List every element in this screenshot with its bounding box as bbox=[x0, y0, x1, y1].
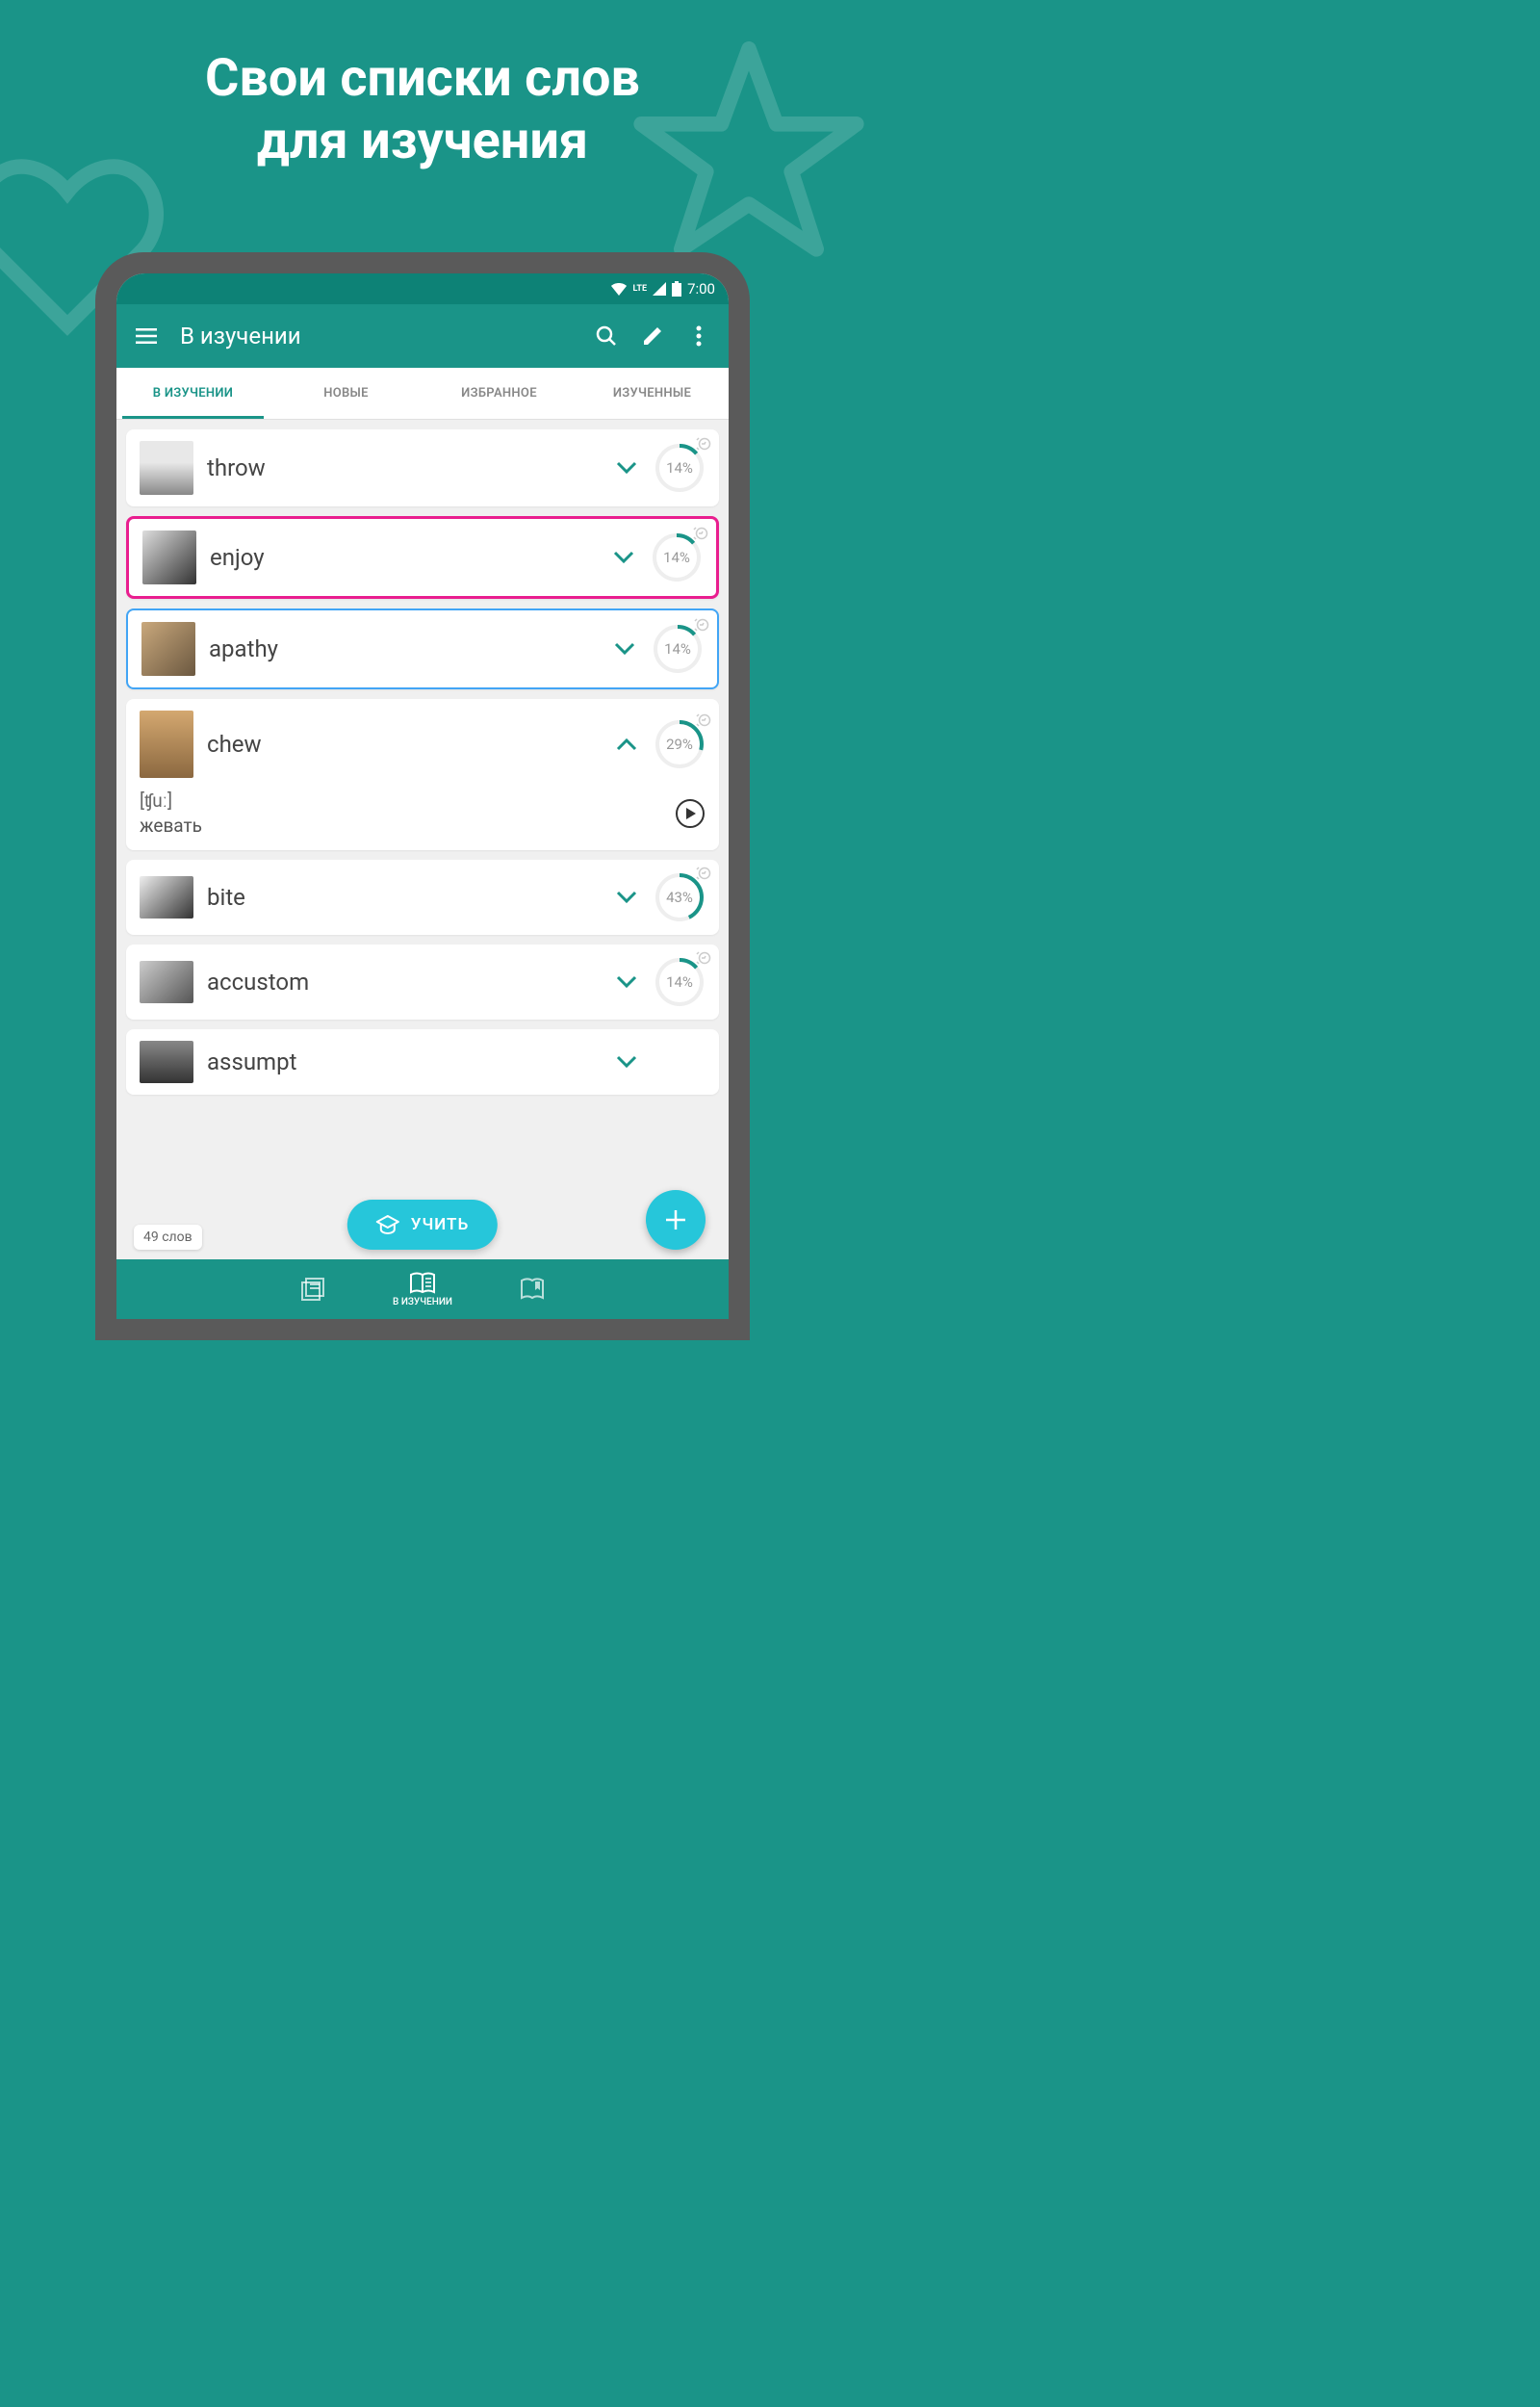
nav-label: В ИЗУЧЕНИИ bbox=[393, 1297, 452, 1307]
word-card[interactable]: apathy 14% bbox=[126, 608, 719, 689]
tab-learning[interactable]: В ИЗУЧЕНИИ bbox=[116, 368, 270, 419]
word-text: assumpt bbox=[207, 1048, 600, 1075]
alarm-icon bbox=[693, 526, 708, 541]
more-icon[interactable] bbox=[686, 324, 711, 349]
menu-icon[interactable] bbox=[134, 324, 159, 349]
chevron-down-icon[interactable] bbox=[611, 635, 638, 662]
signal-icon bbox=[653, 282, 666, 296]
edit-icon[interactable] bbox=[640, 324, 665, 349]
status-bar: LTE 7:00 bbox=[116, 273, 729, 304]
word-text: apathy bbox=[209, 635, 598, 662]
word-card-expanded[interactable]: chew 29% [ʧuː] жевать bbox=[126, 699, 719, 850]
word-card[interactable]: bite 43% bbox=[126, 860, 719, 935]
tabs: В ИЗУЧЕНИИ НОВЫЕ ИЗБРАННОЕ ИЗУЧЕННЫЕ bbox=[116, 368, 729, 420]
play-icon[interactable] bbox=[675, 798, 706, 829]
learn-button-label: УЧИТЬ bbox=[411, 1215, 469, 1234]
word-count-badge: 49 слов bbox=[134, 1225, 202, 1250]
word-card[interactable]: enjoy 14% bbox=[126, 516, 719, 599]
word-card[interactable]: throw 14% bbox=[126, 429, 719, 506]
wifi-icon bbox=[610, 282, 628, 296]
tab-learned[interactable]: ИЗУЧЕННЫЕ bbox=[576, 368, 729, 419]
status-time: 7:00 bbox=[687, 280, 715, 298]
word-thumbnail bbox=[140, 1041, 193, 1083]
word-thumbnail bbox=[141, 622, 195, 676]
progress-ring: 43% bbox=[654, 871, 706, 923]
lte-label: LTE bbox=[633, 284, 648, 294]
word-text: bite bbox=[207, 884, 600, 911]
tab-new[interactable]: НОВЫЕ bbox=[270, 368, 423, 419]
promo-headline: Свои списки слов для изучения bbox=[0, 0, 845, 173]
transcription: [ʧuː] bbox=[140, 789, 665, 813]
chevron-down-icon[interactable] bbox=[613, 454, 640, 481]
book-icon bbox=[409, 1272, 436, 1295]
word-thumbnail bbox=[140, 876, 193, 919]
page-title: В изучении bbox=[180, 323, 573, 349]
alarm-icon bbox=[696, 950, 711, 966]
search-icon[interactable] bbox=[594, 324, 619, 349]
word-thumbnail bbox=[142, 531, 196, 584]
library-icon bbox=[300, 1277, 325, 1302]
translation: жевать bbox=[140, 815, 665, 837]
alarm-icon bbox=[696, 712, 711, 728]
alarm-icon bbox=[696, 866, 711, 881]
word-text: accustom bbox=[207, 969, 600, 996]
chevron-down-icon[interactable] bbox=[610, 544, 637, 571]
alarm-icon bbox=[696, 436, 711, 452]
word-text: enjoy bbox=[210, 544, 597, 571]
chevron-up-icon[interactable] bbox=[613, 731, 640, 758]
progress-ring: 14% bbox=[651, 531, 703, 583]
word-text: chew bbox=[207, 731, 600, 758]
word-thumbnail bbox=[140, 711, 193, 778]
progress-ring: 29% bbox=[654, 718, 706, 770]
bookmark-book-icon bbox=[520, 1278, 545, 1301]
plus-icon bbox=[663, 1207, 688, 1232]
tab-favorites[interactable]: ИЗБРАННОЕ bbox=[423, 368, 576, 419]
app-bar: В изучении bbox=[116, 304, 729, 368]
battery-icon bbox=[672, 281, 681, 297]
word-card[interactable]: assumpt bbox=[126, 1029, 719, 1095]
progress-ring: 14% bbox=[654, 956, 706, 1008]
word-thumbnail bbox=[140, 961, 193, 1003]
chevron-down-icon[interactable] bbox=[613, 884, 640, 911]
chevron-down-icon[interactable] bbox=[613, 1048, 640, 1075]
add-button[interactable] bbox=[646, 1190, 706, 1250]
alarm-icon bbox=[694, 617, 709, 633]
chevron-down-icon[interactable] bbox=[613, 969, 640, 996]
nav-bookmarks[interactable] bbox=[520, 1278, 545, 1301]
word-thumbnail bbox=[140, 441, 193, 495]
progress-ring: 14% bbox=[654, 442, 706, 494]
progress-ring: 14% bbox=[652, 623, 704, 675]
phone-screen: LTE 7:00 В изучении В bbox=[116, 273, 729, 1319]
word-text: throw bbox=[207, 454, 600, 481]
graduation-icon bbox=[376, 1215, 399, 1234]
word-card[interactable]: accustom 14% bbox=[126, 945, 719, 1020]
bottom-nav: В ИЗУЧЕНИИ bbox=[116, 1259, 729, 1319]
word-list[interactable]: throw 14% enjoy bbox=[116, 420, 729, 1259]
nav-library[interactable] bbox=[300, 1277, 325, 1302]
learn-button[interactable]: УЧИТЬ bbox=[347, 1200, 498, 1250]
phone-frame: LTE 7:00 В изучении В bbox=[95, 252, 750, 1340]
nav-learning[interactable]: В ИЗУЧЕНИИ bbox=[393, 1272, 452, 1307]
